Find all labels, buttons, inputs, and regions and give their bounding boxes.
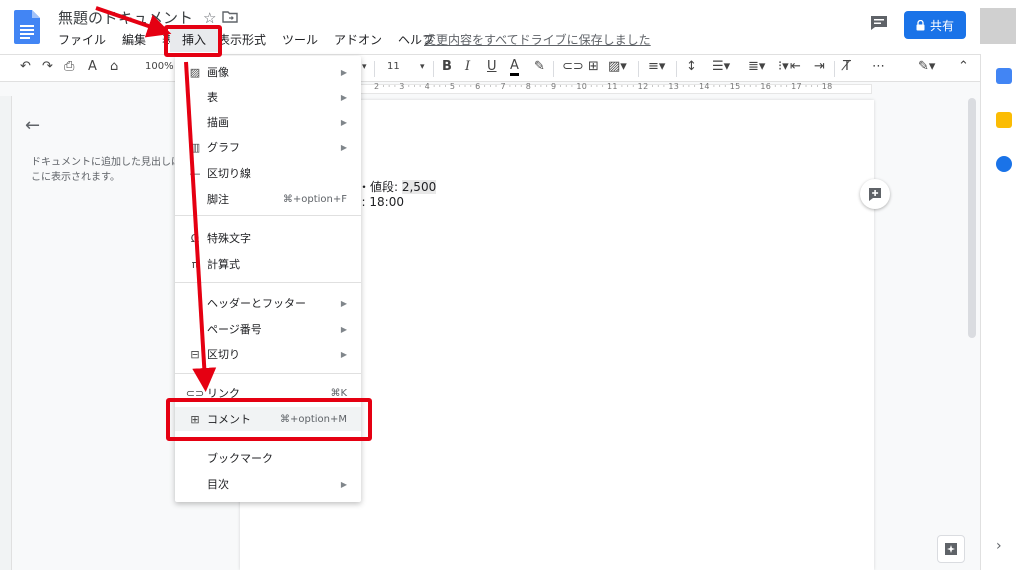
arrow-to-comment [184, 61, 217, 392]
annotation-arrows [95, 6, 217, 392]
arrow-to-insert [95, 6, 172, 38]
